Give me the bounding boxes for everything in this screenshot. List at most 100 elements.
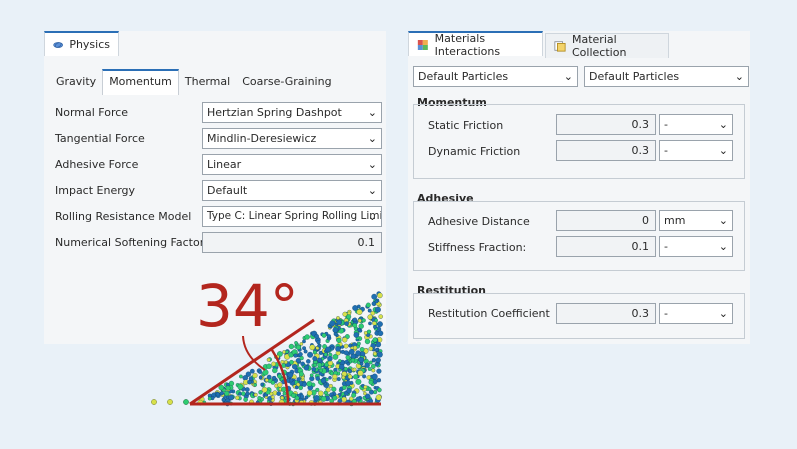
particle: [276, 391, 281, 396]
particle-b-value: Default Particles: [589, 70, 680, 83]
particle: [373, 324, 377, 329]
particle: [336, 337, 342, 343]
particle: [361, 318, 366, 323]
particle: [292, 364, 298, 370]
stiffness-fraction-unit: -: [664, 240, 668, 253]
tab-thermal[interactable]: Thermal: [179, 69, 236, 95]
particle: [258, 390, 263, 395]
particle: [309, 344, 316, 351]
tab-material-collection[interactable]: Material Collection: [545, 33, 669, 59]
particle: [327, 356, 333, 362]
particle: [243, 397, 248, 402]
particle: [336, 316, 340, 320]
stiffness-fraction-input[interactable]: 0.1: [556, 236, 656, 257]
particle: [294, 395, 300, 401]
tab-physics[interactable]: Physics: [44, 31, 119, 56]
particle: [249, 368, 255, 374]
tab-gravity[interactable]: Gravity: [50, 69, 102, 95]
particle: [337, 398, 343, 404]
particle: [357, 370, 364, 377]
particle: [303, 365, 310, 371]
particle: [262, 369, 269, 376]
particle: [329, 320, 336, 327]
chevron-down-icon: ⌄: [718, 307, 728, 320]
particle: [368, 346, 374, 351]
stiffness-fraction-unit-select[interactable]: - ⌄: [659, 236, 733, 257]
adhesive-distance-label: Adhesive Distance: [428, 215, 530, 228]
particle: [224, 390, 230, 397]
rolling-resistance-label: Rolling Resistance Model: [55, 210, 192, 223]
softening-factor-label: Numerical Softening Factor: [55, 236, 205, 249]
particle: [317, 343, 321, 348]
particle: [356, 341, 361, 346]
particle: [376, 368, 382, 374]
particle: [371, 358, 377, 363]
tab-momentum[interactable]: Momentum: [102, 69, 179, 95]
tab-coarse-graining[interactable]: Coarse-Graining: [236, 69, 337, 95]
particle: [367, 314, 373, 320]
particle: [304, 334, 310, 340]
normal-force-select[interactable]: Hertzian Spring Dashpot ⌄: [202, 102, 382, 123]
particle: [367, 387, 372, 391]
particle-a-select[interactable]: Default Particles ⌄: [413, 66, 578, 87]
particle: [341, 375, 346, 380]
tab-materials-interactions[interactable]: Materials Interactions: [408, 31, 543, 58]
particle: [371, 368, 376, 373]
particle: [352, 317, 358, 323]
particle: [294, 385, 299, 390]
tab-physics-label: Physics: [69, 38, 110, 51]
particle: [300, 361, 305, 367]
softening-factor-input[interactable]: 0.1: [202, 232, 382, 253]
particle: [338, 363, 345, 370]
rolling-resistance-select[interactable]: Type C: Linear Spring Rolling Limit ⌄: [202, 206, 382, 227]
particle-b-select[interactable]: Default Particles ⌄: [584, 66, 749, 87]
adhesive-distance-unit-select[interactable]: mm ⌄: [659, 210, 733, 231]
particle: [375, 394, 382, 401]
dynamic-friction-unit-select[interactable]: - ⌄: [659, 140, 733, 161]
particle: [375, 357, 381, 363]
particle-a-value: Default Particles: [418, 70, 509, 83]
adhesive-force-label: Adhesive Force: [55, 158, 139, 171]
particle: [332, 374, 338, 380]
particle: [376, 351, 383, 358]
particle: [359, 347, 365, 352]
particle: [355, 396, 361, 402]
static-friction-unit-select[interactable]: - ⌄: [659, 114, 733, 135]
particle: [320, 396, 327, 402]
particle: [301, 381, 307, 387]
particle: [253, 383, 257, 387]
particle: [312, 350, 317, 355]
static-friction-input[interactable]: 0.3: [556, 114, 656, 135]
particle: [350, 358, 356, 363]
particle: [336, 319, 342, 326]
restitution-coefficient-unit-select[interactable]: - ⌄: [659, 303, 733, 324]
loose-particle: [151, 399, 157, 405]
adhesive-distance-input[interactable]: 0: [556, 210, 656, 231]
particle: [338, 359, 342, 363]
particle: [363, 385, 368, 389]
restitution-coefficient-input[interactable]: 0.3: [556, 303, 656, 324]
particle: [348, 348, 355, 355]
particle: [282, 391, 287, 396]
particle: [225, 385, 231, 391]
particle: [355, 378, 362, 385]
particle: [352, 305, 358, 311]
impact-energy-value: Default: [207, 184, 248, 197]
impact-energy-select[interactable]: Default ⌄: [202, 180, 382, 201]
rolling-resistance-value: Type C: Linear Spring Rolling Limit: [207, 210, 382, 222]
normal-force-value: Hertzian Spring Dashpot: [207, 106, 342, 119]
particle: [327, 360, 334, 366]
tangential-force-value: Mindlin-Deresiewicz: [207, 132, 317, 145]
particle: [285, 350, 289, 354]
adhesive-force-select[interactable]: Linear ⌄: [202, 154, 382, 175]
particle: [271, 375, 277, 381]
tangential-force-select[interactable]: Mindlin-Deresiewicz ⌄: [202, 128, 382, 149]
tab-materials-interactions-label: Materials Interactions: [434, 31, 501, 58]
dynamic-friction-input[interactable]: 0.3: [556, 140, 656, 161]
particle: [287, 372, 294, 378]
particle: [207, 396, 212, 401]
particle: [258, 370, 263, 374]
particle: [315, 376, 320, 381]
particle: [365, 302, 371, 308]
particle: [215, 392, 220, 397]
